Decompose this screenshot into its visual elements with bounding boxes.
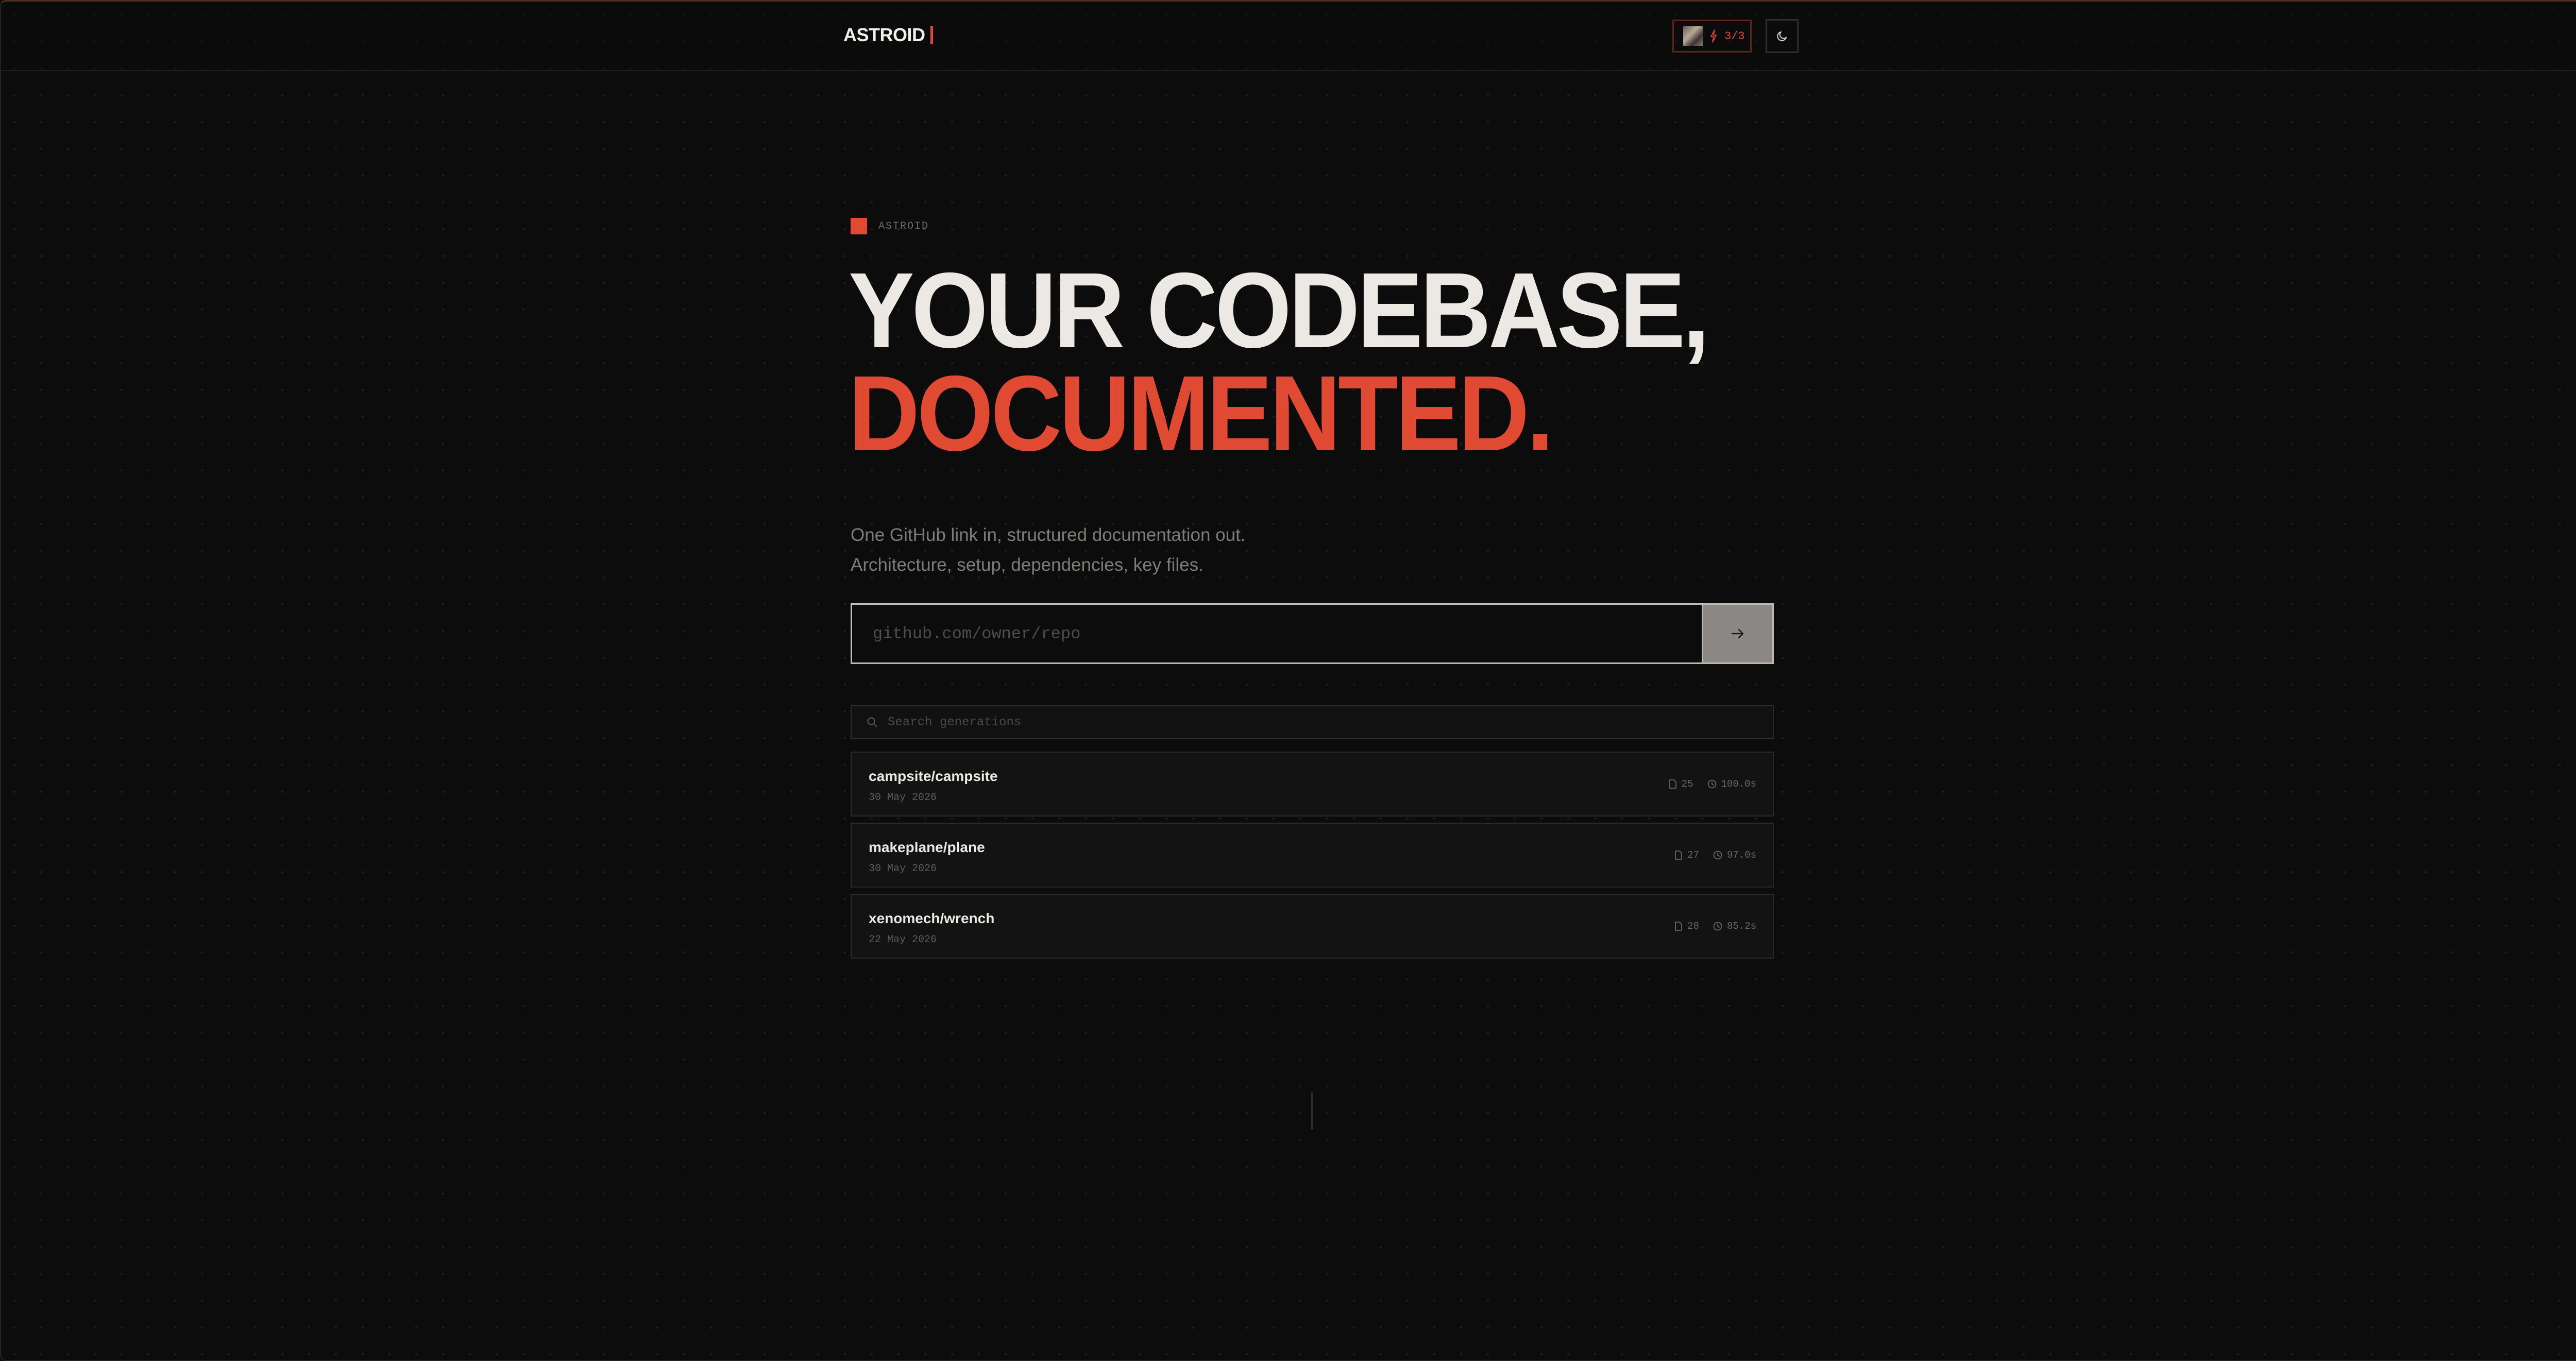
- generation-meta: 25 100.0s: [1668, 778, 1756, 790]
- repo-url-input[interactable]: [852, 605, 1702, 662]
- theme-toggle-button[interactable]: [1766, 19, 1799, 53]
- generation-duration: 85.2s: [1713, 921, 1756, 932]
- subtitle-line-2: Architecture, setup, dependencies, key f…: [851, 555, 1204, 575]
- repo-url-form: [851, 603, 1774, 664]
- file-count-value: 25: [1681, 778, 1693, 790]
- generation-list-item[interactable]: xenomech/wrench 22 May 2026 28 85.2s: [851, 894, 1774, 959]
- headline-line-2: DOCUMENTED.: [849, 354, 1554, 473]
- file-count-value: 28: [1687, 921, 1699, 932]
- hero-headline: YOUR CODEBASE, DOCUMENTED.: [849, 251, 1710, 473]
- clock-icon: [1713, 922, 1722, 931]
- generate-submit-button[interactable]: [1702, 605, 1772, 662]
- search-generations-input[interactable]: [887, 714, 1773, 730]
- search-generations-field: [851, 705, 1774, 739]
- file-count-value: 27: [1687, 849, 1699, 861]
- duration-value: 100.0s: [1721, 778, 1756, 790]
- credits-count: 3/3: [1724, 29, 1745, 43]
- brand-name: ASTROID: [843, 24, 925, 45]
- moon-icon: [1777, 31, 1787, 41]
- duration-value: 97.0s: [1726, 849, 1756, 861]
- user-credits-button[interactable]: 3/3: [1672, 20, 1752, 53]
- clock-icon: [1707, 779, 1716, 789]
- eyebrow-label: ASTROID: [878, 220, 929, 232]
- arrow-right-icon: [1731, 628, 1744, 639]
- generation-meta: 28 85.2s: [1674, 921, 1756, 932]
- hero-eyebrow: ASTROID: [851, 218, 929, 234]
- file-count: 25: [1668, 778, 1693, 790]
- file-icon: [1675, 922, 1683, 931]
- top-navigation-bar: ASTROID 3/3: [1, 2, 2576, 71]
- search-icon: [867, 717, 877, 727]
- generation-list-item[interactable]: makeplane/plane 30 May 2026 27 97.0s: [851, 823, 1774, 888]
- file-count: 28: [1674, 921, 1699, 932]
- generation-repo-name: campsite/campsite: [869, 768, 998, 784]
- file-icon: [1675, 850, 1683, 860]
- file-count: 27: [1674, 849, 1699, 861]
- brand-logo[interactable]: ASTROID: [843, 24, 933, 46]
- generations-list: campsite/campsite 30 May 2026 25 100.0s …: [851, 752, 1774, 965]
- hero-subtitle: One GitHub link in, structured documenta…: [851, 520, 1246, 580]
- app-window: ASTROID 3/3 ASTROID YOUR CODEBASE, DOCUM…: [0, 0, 2576, 1361]
- generation-repo-name: makeplane/plane: [869, 839, 985, 855]
- generation-date: 30 May 2026: [869, 863, 937, 875]
- generation-meta: 27 97.0s: [1674, 849, 1756, 861]
- eyebrow-accent-square: [851, 218, 867, 234]
- subtitle-line-1: One GitHub link in, structured documenta…: [851, 525, 1246, 545]
- clock-icon: [1713, 850, 1722, 860]
- generation-list-item[interactable]: campsite/campsite 30 May 2026 25 100.0s: [851, 752, 1774, 816]
- generation-duration: 100.0s: [1707, 778, 1756, 790]
- brand-cursor-mark: [930, 26, 933, 44]
- generation-date: 30 May 2026: [869, 792, 937, 804]
- generation-date: 22 May 2026: [869, 934, 937, 946]
- headline-line-1: YOUR CODEBASE,: [849, 251, 1710, 370]
- lightning-bolt-icon: [1710, 29, 1717, 43]
- duration-value: 85.2s: [1726, 921, 1756, 932]
- file-icon: [1669, 779, 1676, 789]
- generation-repo-name: xenomech/wrench: [869, 910, 995, 926]
- scroll-indicator-line: [1311, 1093, 1313, 1130]
- avatar: [1683, 26, 1703, 46]
- generation-duration: 97.0s: [1713, 849, 1756, 861]
